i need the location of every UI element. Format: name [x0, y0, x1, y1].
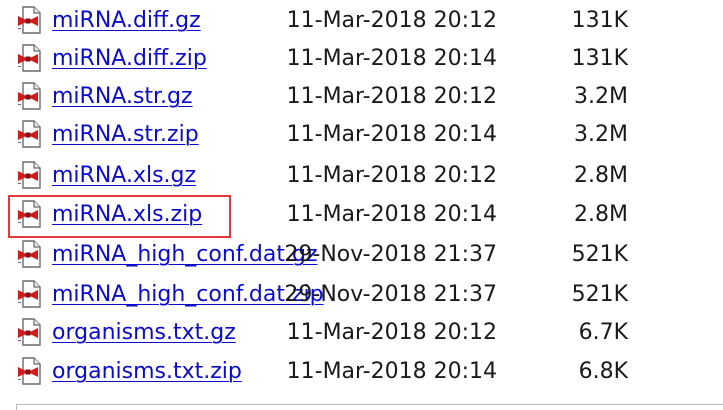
compressed-file-icon[interactable]: [17, 161, 43, 189]
file-size: 6.8K: [578, 359, 628, 384]
selection-highlight-box: [8, 195, 231, 238]
file-link[interactable]: miRNA.xls.gz: [52, 159, 196, 193]
file-link[interactable]: organisms.txt.zip: [52, 355, 242, 389]
file-size: 521K: [571, 282, 628, 307]
file-row: miRNA.diff.gz 11-Mar-2018 20:12 131K: [0, 4, 723, 42]
file-size: 2.8M: [574, 163, 628, 188]
file-modified-date: 11-Mar-2018 20:12: [286, 320, 497, 345]
file-size: 131K: [571, 46, 628, 71]
file-row: miRNA.diff.zip 11-Mar-2018 20:14 131K: [0, 42, 723, 80]
file-modified-date: 11-Mar-2018 20:12: [286, 163, 497, 188]
file-size: 6.7K: [578, 320, 628, 345]
file-modified-date: 11-Mar-2018 20:14: [286, 122, 497, 147]
compressed-file-icon[interactable]: [17, 44, 43, 72]
compressed-file-icon[interactable]: [17, 280, 43, 308]
file-link[interactable]: miRNA.diff.zip: [52, 42, 207, 76]
horizontal-rule: [16, 404, 723, 410]
file-modified-date: 11-Mar-2018 20:12: [286, 8, 497, 33]
compressed-file-icon[interactable]: [17, 6, 43, 34]
compressed-file-icon[interactable]: [17, 357, 43, 385]
file-link[interactable]: organisms.txt.gz: [52, 316, 236, 350]
file-row: miRNA.str.zip 11-Mar-2018 20:14 3.2M: [0, 118, 723, 156]
file-size: 131K: [571, 8, 628, 33]
file-modified-date: 11-Mar-2018 20:14: [286, 46, 497, 71]
file-modified-date: 11-Mar-2018 20:14: [286, 202, 497, 227]
file-row: organisms.txt.zip 11-Mar-2018 20:14 6.8K: [0, 355, 723, 393]
file-modified-date: 11-Mar-2018 20:12: [286, 84, 497, 109]
compressed-file-icon[interactable]: [17, 240, 43, 268]
file-row: miRNA_high_conf.dat.gz 29-Nov-2018 21:37…: [0, 238, 723, 276]
file-size: 2.8M: [574, 202, 628, 227]
compressed-file-icon[interactable]: [17, 318, 43, 346]
file-size: 521K: [571, 242, 628, 267]
file-link[interactable]: miRNA.diff.gz: [52, 4, 201, 38]
file-row: miRNA.xls.gz 11-Mar-2018 20:12 2.8M: [0, 159, 723, 197]
file-link[interactable]: miRNA.str.gz: [52, 80, 193, 114]
file-row: organisms.txt.gz 11-Mar-2018 20:12 6.7K: [0, 316, 723, 354]
file-link[interactable]: miRNA_high_conf.dat.gz: [52, 238, 318, 272]
file-size: 3.2M: [574, 122, 628, 147]
compressed-file-icon[interactable]: [17, 120, 43, 148]
file-row: miRNA_high_conf.dat.zip 29-Nov-2018 21:3…: [0, 278, 723, 316]
file-modified-date: 29-Nov-2018 21:37: [284, 282, 497, 307]
file-modified-date: 29-Nov-2018 21:37: [284, 242, 497, 267]
file-row: miRNA.str.gz 11-Mar-2018 20:12 3.2M: [0, 80, 723, 118]
file-size: 3.2M: [574, 84, 628, 109]
file-modified-date: 11-Mar-2018 20:14: [286, 359, 497, 384]
compressed-file-icon[interactable]: [17, 82, 43, 110]
file-link[interactable]: miRNA_high_conf.dat.zip: [52, 278, 324, 312]
file-link[interactable]: miRNA.str.zip: [52, 118, 199, 152]
